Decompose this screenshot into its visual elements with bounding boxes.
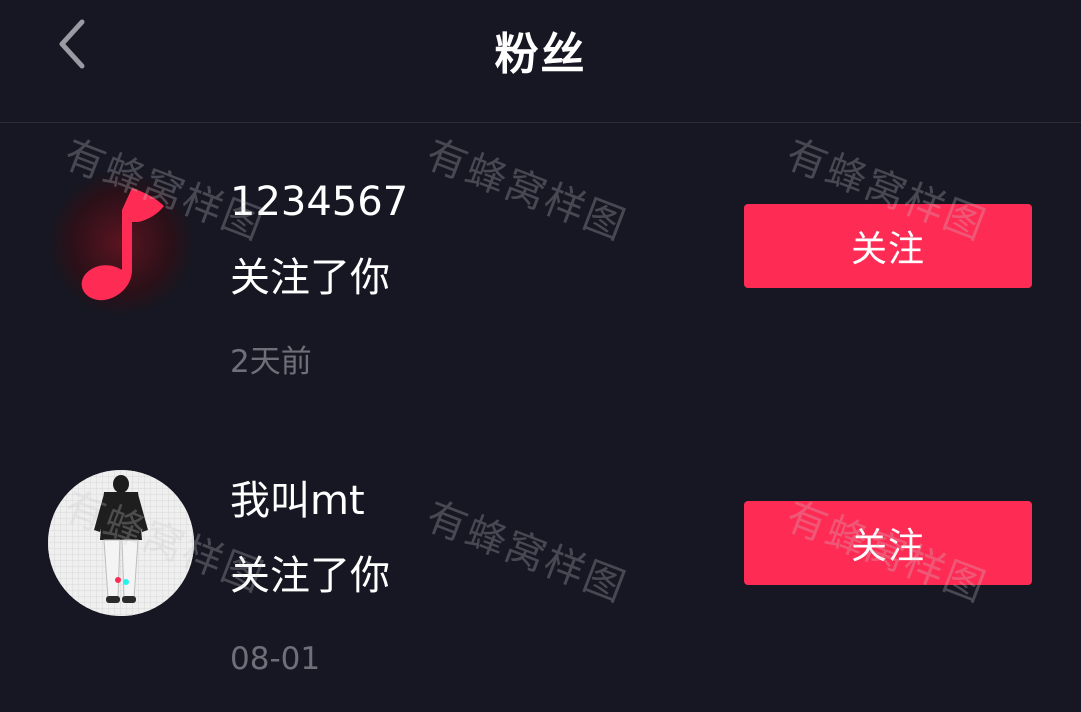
avatar[interactable] (48, 470, 194, 616)
follow-time: 08-01 (230, 641, 321, 677)
music-note-icon (48, 170, 194, 316)
follower-name[interactable]: 我叫mt (230, 477, 365, 525)
follow-button[interactable]: 关注 (744, 501, 1032, 585)
follow-time: 2天前 (230, 344, 312, 380)
follow-message: 关注了你 (230, 553, 390, 599)
follower-row[interactable]: 1234567 关注了你 2天前 关注 (0, 140, 1081, 430)
follower-row[interactable]: 我叫mt 关注了你 08-01 关注 (0, 440, 1081, 712)
follow-message: 关注了你 (230, 255, 390, 301)
person-photo-avatar (48, 470, 194, 616)
follow-button[interactable]: 关注 (744, 204, 1032, 288)
follower-name[interactable]: 1234567 (230, 178, 408, 226)
top-bar: 粉丝 (0, 0, 1081, 123)
followers-screen: 粉丝 1234567 关注了你 2天前 关注 我叫mt 关注了你 08-01 关… (0, 0, 1081, 712)
avatar[interactable] (48, 170, 194, 316)
page-title: 粉丝 (494, 29, 587, 80)
